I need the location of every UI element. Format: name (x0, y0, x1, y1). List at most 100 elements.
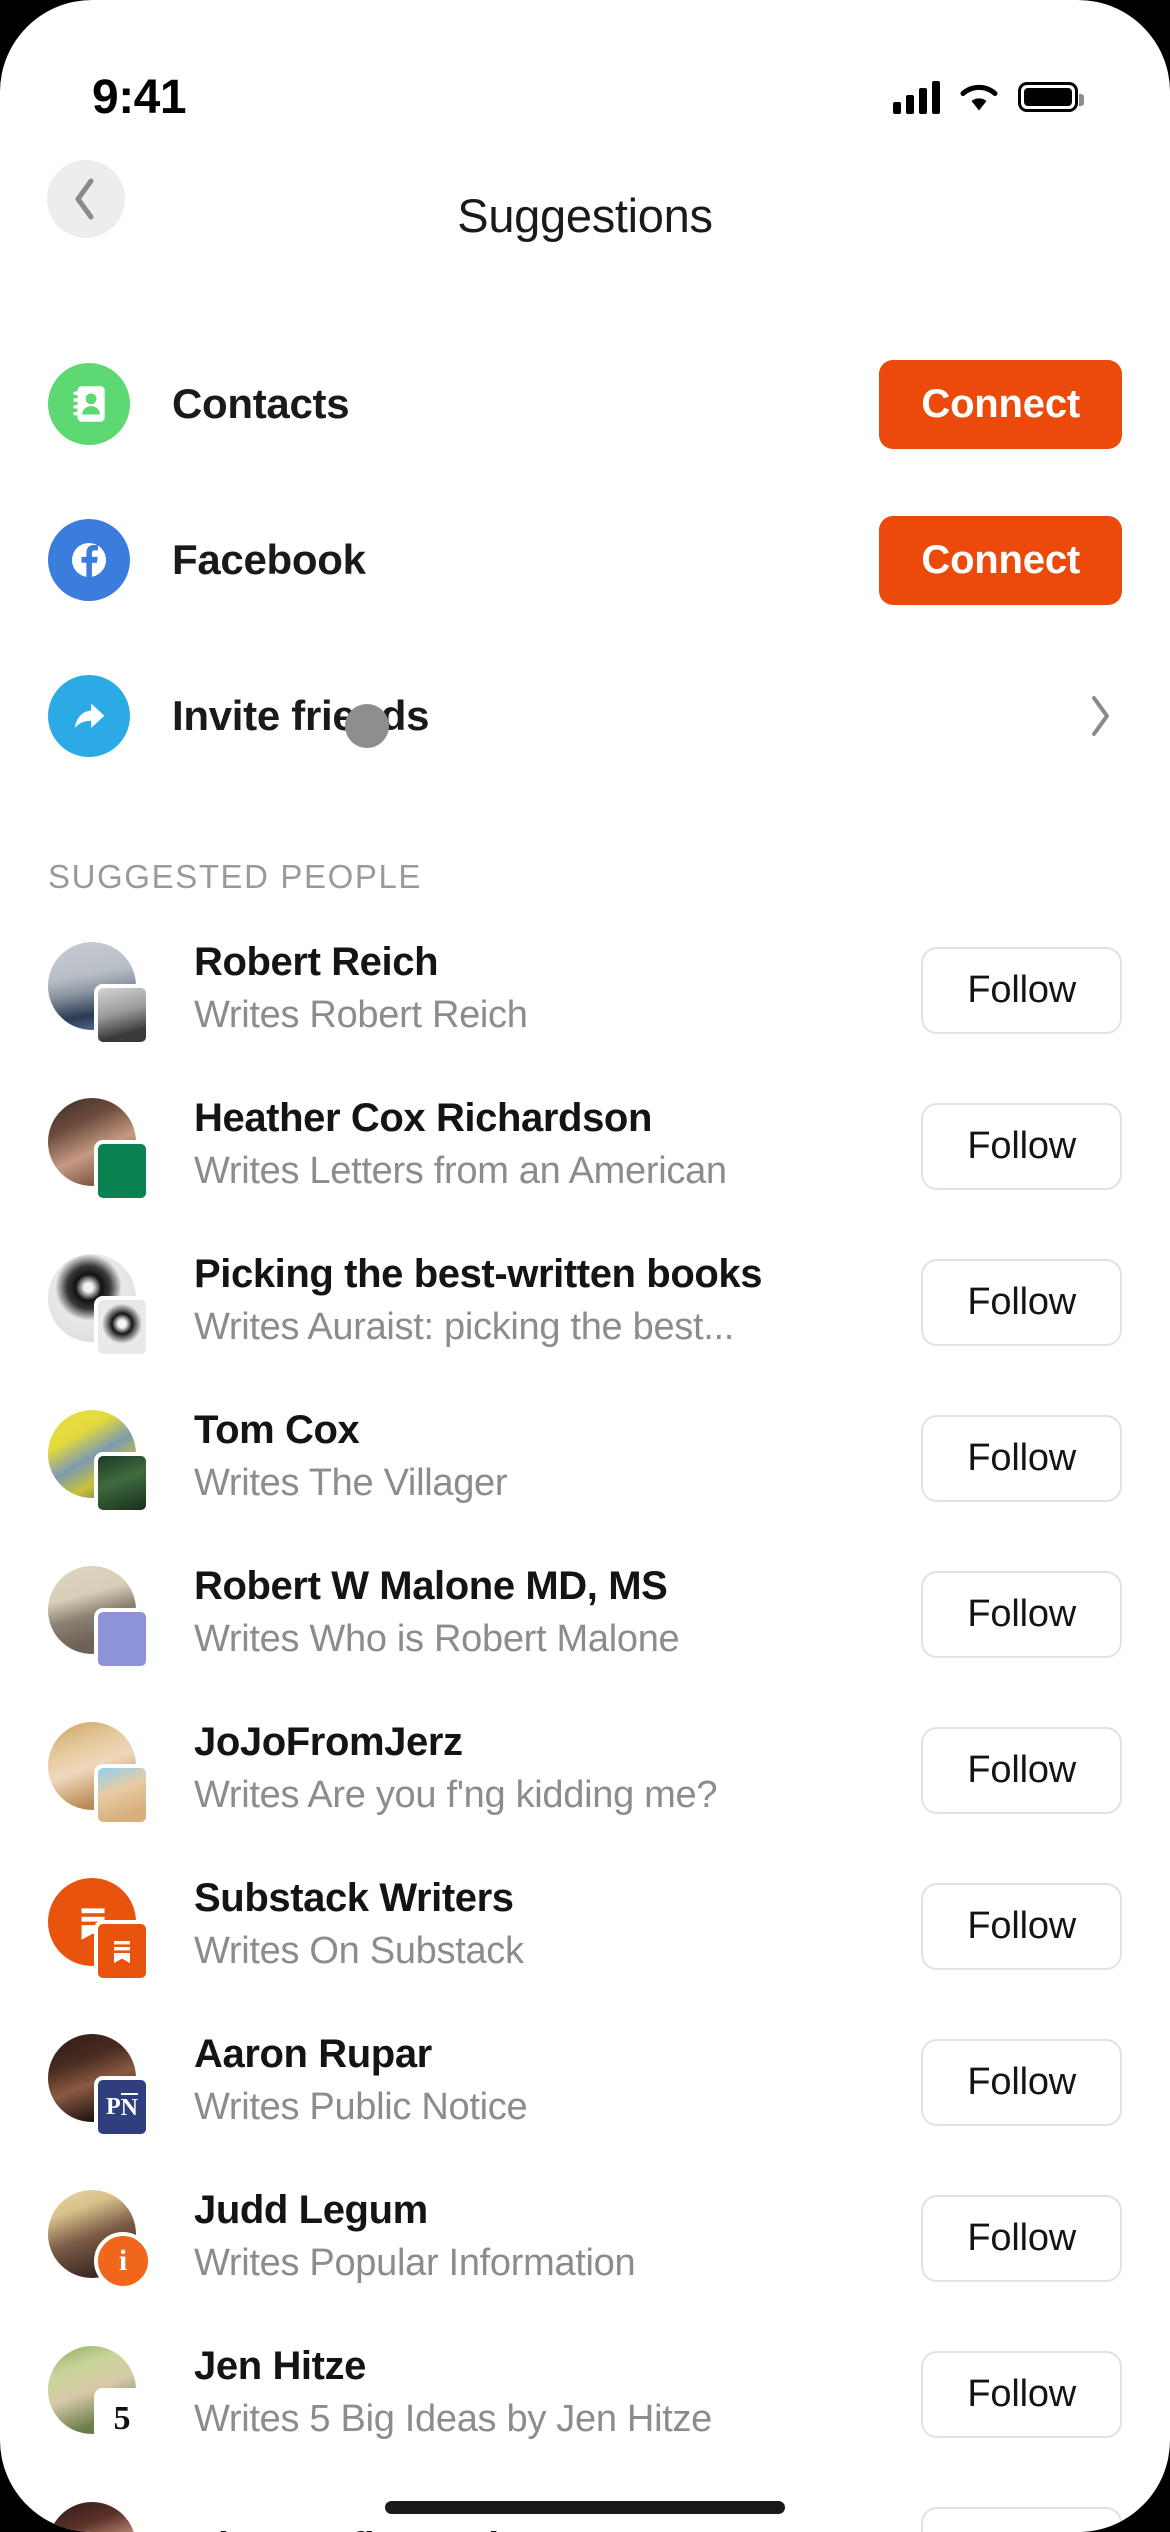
avatar (48, 1722, 150, 1826)
follow-button[interactable]: Follow (921, 946, 1122, 1034)
person-text: Heather Cox Richardson Writes Letters fr… (194, 1095, 897, 1197)
person-subtitle: Writes On Substack (194, 1930, 524, 1973)
person-subtitle: Writes Who is Robert Malone (194, 1618, 680, 1661)
follow-button[interactable]: Follow (921, 2350, 1122, 2438)
person-name: Robert Reich (194, 940, 439, 985)
share-arrow-icon (48, 675, 130, 757)
follow-button[interactable]: Follow (921, 1258, 1122, 1346)
avatar: i (48, 2190, 152, 2290)
page-title: Suggestions (457, 188, 713, 242)
person-text: Aaron Rupar Writes Public Notice (194, 2031, 897, 2133)
person-text: JoJoFromJerz Writes Are you f'ng kidding… (194, 1719, 897, 1821)
cellular-signal-icon (893, 80, 940, 114)
person-text: Tom Cox Writes The Villager (194, 1407, 897, 1509)
list-item[interactable]: Picking the best-written books Writes Au… (0, 1224, 1170, 1380)
person-subtitle: Writes Auraist: picking the best... (194, 1306, 735, 1349)
avatar: 5 (48, 2346, 150, 2450)
wifi-icon (958, 81, 1000, 113)
status-indicators (893, 80, 1084, 114)
person-text: Picking the best-written books Writes Au… (194, 1251, 897, 1353)
publication-badge (94, 984, 150, 1046)
person-text: Substack Writers Writes On Substack (194, 1875, 897, 1977)
back-button[interactable] (47, 160, 125, 238)
avatar (48, 942, 150, 1046)
publication-badge (94, 1452, 150, 1514)
chevron-right-icon[interactable] (1088, 693, 1114, 739)
person-subtitle: Writes Robert Reich (194, 994, 528, 1037)
contacts-icon (48, 363, 130, 445)
person-name: Judd Legum (194, 2188, 428, 2233)
connect-label-invite-friends: Invite friends (172, 692, 430, 739)
publication-badge: i (94, 2232, 152, 2290)
person-name: Substack Writers (194, 1876, 514, 1921)
status-bar: 9:41 (0, 0, 1170, 148)
connect-row-invite-friends[interactable]: Invite friends (0, 668, 1170, 764)
publication-badge (94, 1140, 150, 1202)
follow-button[interactable]: Follow (921, 1570, 1122, 1658)
person-text: Judd Legum Writes Popular Information (194, 2187, 897, 2289)
person-name: The Starfire Codes (194, 2524, 897, 2532)
publication-badge: 5 (94, 2388, 150, 2450)
follow-button[interactable]: Follow (921, 2194, 1122, 2282)
person-text: The Starfire Codes (194, 2524, 897, 2532)
person-name: Picking the best-written books (194, 1252, 763, 1297)
connect-button-facebook[interactable]: Connect (879, 515, 1122, 605)
home-indicator[interactable] (385, 2501, 785, 2514)
connect-button-contacts[interactable]: Connect (879, 359, 1122, 449)
connect-row-contacts[interactable]: Contacts Connect (0, 356, 1170, 452)
list-item[interactable]: Heather Cox Richardson Writes Letters fr… (0, 1068, 1170, 1224)
follow-button[interactable]: Follow (921, 1882, 1122, 1970)
person-subtitle: Writes Letters from an American (194, 1150, 727, 1193)
person-name: Jen Hitze (194, 2344, 367, 2389)
avatar (48, 1254, 150, 1358)
connect-sources-list: Contacts Connect Facebook Connect Invite… (0, 356, 1170, 824)
list-item[interactable]: Tom Cox Writes The Villager Follow (0, 1380, 1170, 1536)
avatar (48, 2502, 144, 2532)
person-name: Aaron Rupar (194, 2032, 432, 2077)
person-subtitle: Writes Public Notice (194, 2086, 528, 2129)
follow-button[interactable]: Follow (921, 1102, 1122, 1190)
avatar: PN (48, 2034, 150, 2138)
follow-button[interactable]: Follow (921, 2506, 1122, 2532)
avatar (48, 1410, 150, 1514)
follow-button[interactable]: Follow (921, 1414, 1122, 1502)
list-item[interactable]: Robert W Malone MD, MS Writes Who is Rob… (0, 1536, 1170, 1692)
list-item[interactable]: Robert Reich Writes Robert Reich Follow (0, 912, 1170, 1068)
list-item[interactable]: i Judd Legum Writes Popular Information … (0, 2160, 1170, 2316)
person-subtitle: Writes Are you f'ng kidding me? (194, 1774, 718, 1817)
person-subtitle: Writes Popular Information (194, 2242, 636, 2285)
battery-full-icon (1018, 82, 1084, 112)
publication-badge (94, 1764, 150, 1826)
person-text: Jen Hitze Writes 5 Big Ideas by Jen Hitz… (194, 2343, 897, 2445)
status-time: 9:41 (92, 70, 187, 124)
connect-label-contacts: Contacts (172, 380, 350, 427)
facebook-icon (48, 519, 130, 601)
person-subtitle: Writes The Villager (194, 1462, 508, 1505)
publication-badge (94, 1920, 150, 1982)
avatar (48, 1566, 150, 1670)
suggested-people-list: Robert Reich Writes Robert Reich Follow … (0, 912, 1170, 2532)
person-name: Tom Cox (194, 1408, 360, 1453)
connect-row-facebook[interactable]: Facebook Connect (0, 512, 1170, 608)
follow-button[interactable]: Follow (921, 2038, 1122, 2126)
person-text: Robert Reich Writes Robert Reich (194, 939, 897, 1041)
touch-indicator (345, 704, 389, 748)
list-item[interactable]: PN Aaron Rupar Writes Public Notice Foll… (0, 2004, 1170, 2160)
connect-label-facebook: Facebook (172, 536, 366, 583)
avatar (48, 1098, 150, 1202)
person-name: Robert W Malone MD, MS (194, 1564, 668, 1609)
list-item[interactable]: 5 Jen Hitze Writes 5 Big Ideas by Jen Hi… (0, 2316, 1170, 2472)
person-name: JoJoFromJerz (194, 1720, 463, 1765)
phone-screen: 9:41 Suggestions Contacts Connect Facebo… (0, 0, 1170, 2532)
publication-badge: PN (94, 2076, 150, 2138)
publication-badge (94, 1296, 150, 1358)
chevron-left-icon (75, 178, 94, 220)
nav-bar: Suggestions (0, 160, 1170, 270)
section-header-suggested-people: SUGGESTED PEOPLE (48, 858, 423, 895)
list-item[interactable]: JoJoFromJerz Writes Are you f'ng kidding… (0, 1692, 1170, 1848)
list-item[interactable]: Substack Writers Writes On Substack Foll… (0, 1848, 1170, 2004)
follow-button[interactable]: Follow (921, 1726, 1122, 1814)
avatar (48, 1878, 150, 1982)
publication-badge (94, 1608, 150, 1670)
person-name: Heather Cox Richardson (194, 1096, 652, 1141)
